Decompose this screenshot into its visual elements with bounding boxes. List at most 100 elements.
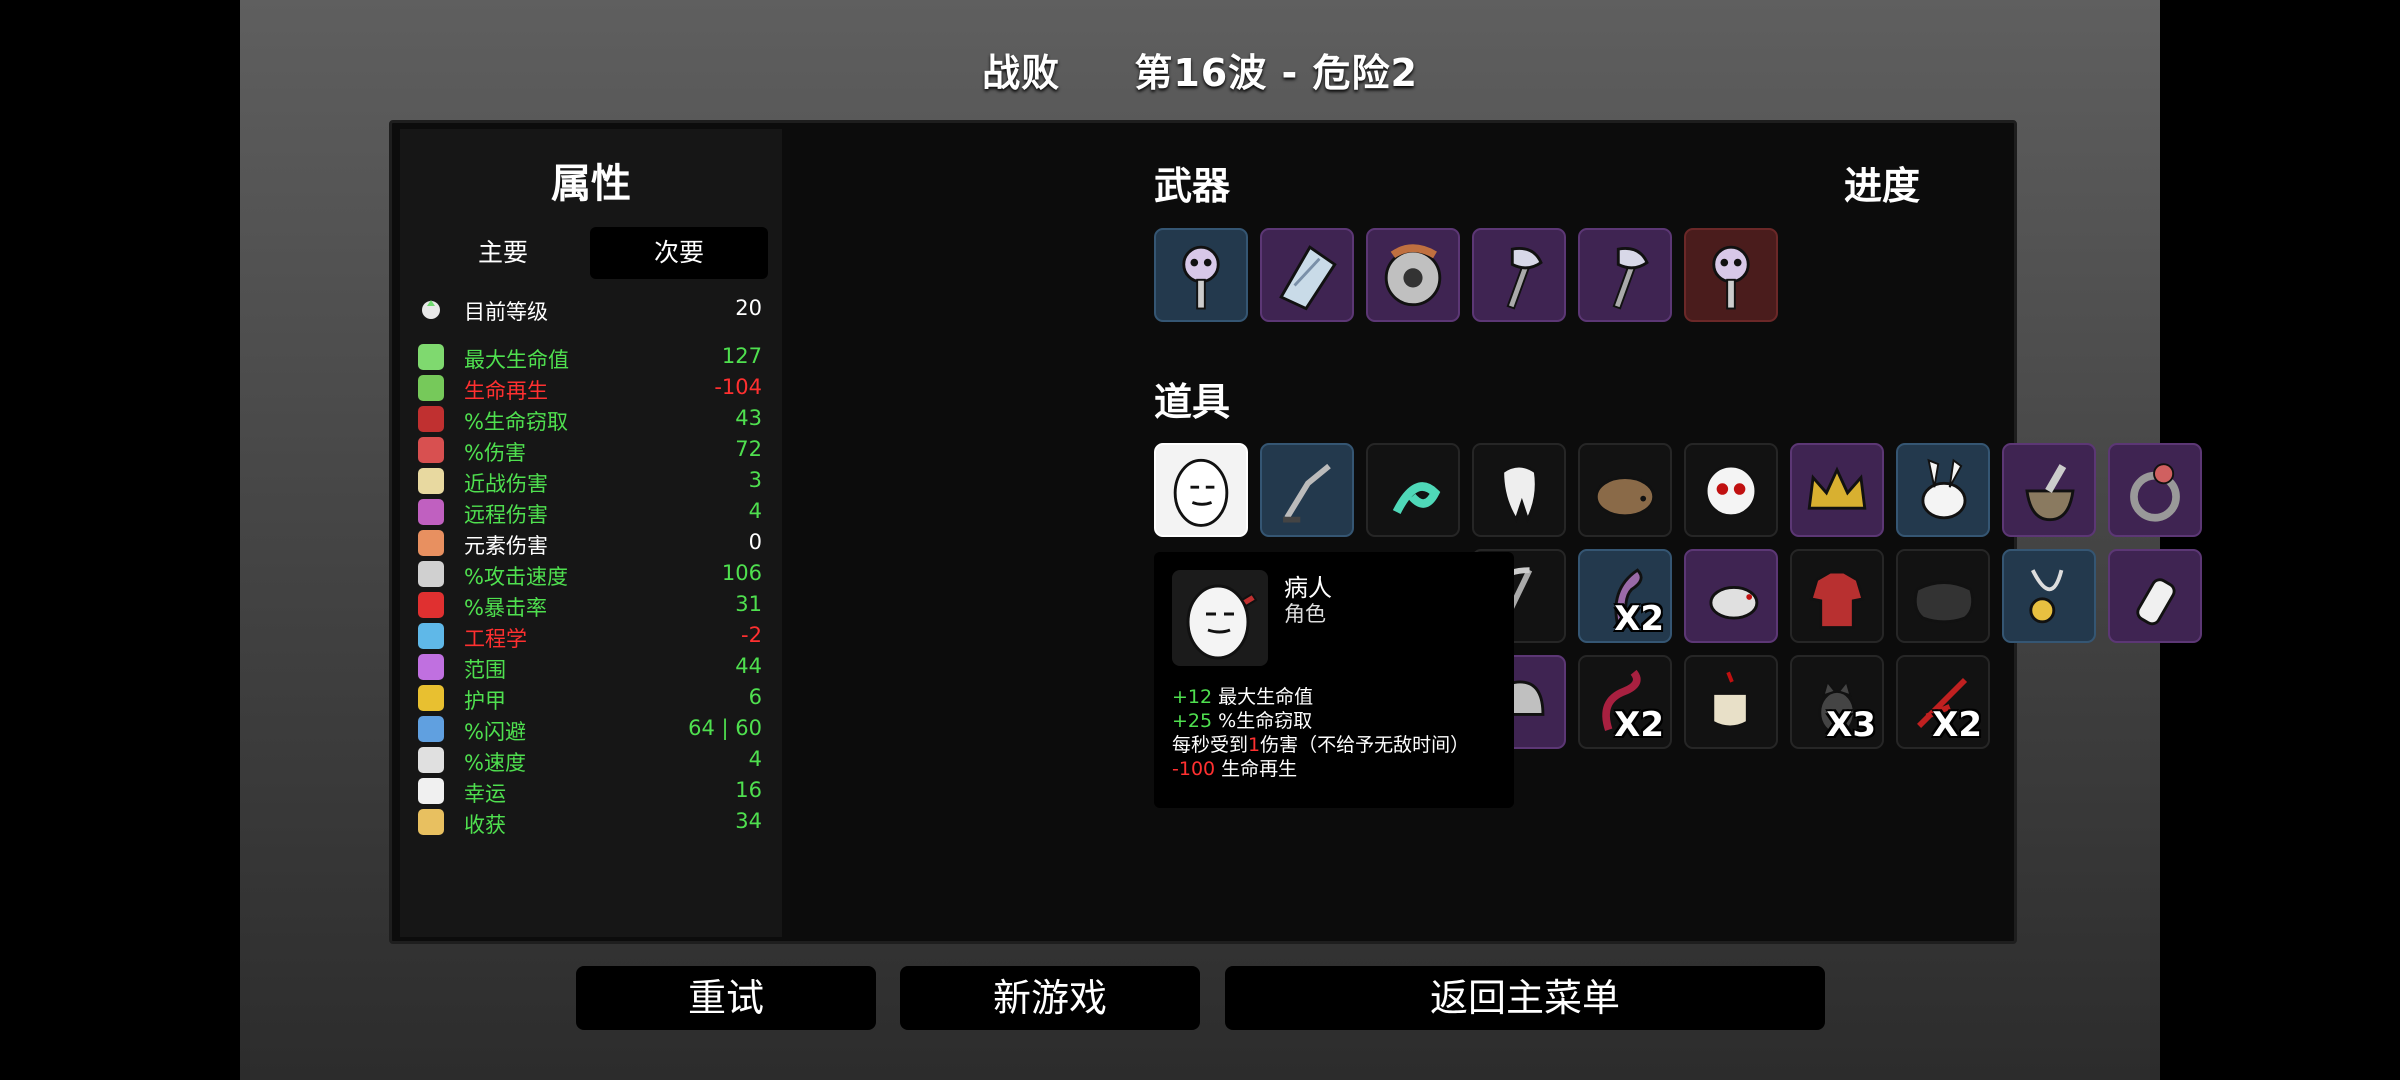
stat-name: 幸运 [464, 782, 506, 806]
sword-icon [418, 468, 444, 494]
item-slot[interactable] [2002, 549, 2096, 643]
stat-name: %速度 [464, 751, 526, 775]
stat-row: 生命再生 -104 [418, 372, 762, 403]
fang-icon [418, 406, 444, 432]
stat-row: 远程伤害 4 [418, 496, 762, 527]
stat-name: %暴击率 [464, 596, 547, 620]
game-over-screen: 战败 第16波 - 危险2 属性 主要 次要 目前等级 20 最大生命值 127 生… [240, 0, 2202, 1080]
stat-value: 4 [748, 499, 762, 523]
stat-value: 44 [735, 654, 762, 678]
items-title: 道具 [1154, 380, 1231, 424]
item-slot[interactable] [1790, 443, 1884, 537]
weapons-title: 武器 [1154, 164, 1231, 208]
progress-title: 进度 [1844, 164, 1921, 208]
stat-value: 34 [735, 809, 762, 833]
stat-value: 64 | 60 [688, 716, 762, 740]
item-slot[interactable] [1684, 549, 1778, 643]
stat-row: 范围 44 [418, 651, 762, 682]
stat-row: 近战伤害 3 [418, 465, 762, 496]
weapon-slot[interactable] [1366, 228, 1460, 322]
item-slot[interactable] [1472, 443, 1566, 537]
tab-secondary[interactable]: 次要 [590, 227, 768, 279]
result-title: 战败 第16波 - 危险2 [240, 42, 2160, 97]
weapon-slot[interactable] [1578, 228, 1672, 322]
item-slot[interactable] [2002, 443, 2096, 537]
dodge-icon [418, 716, 444, 742]
item-slot[interactable] [1684, 655, 1778, 749]
item-slot[interactable] [1896, 549, 1990, 643]
stat-row: %暴击率 31 [418, 589, 762, 620]
stat-value: 16 [735, 778, 762, 802]
wave-label: 第16波 - 危险2 [1134, 51, 1418, 95]
item-tooltip: 病人 角色 +12 最大生命值 +25 %生命窃取 每秒受到1伤害（不给予无敌时… [1154, 552, 1514, 808]
level-icon [418, 296, 444, 322]
weapon-slot[interactable] [1472, 228, 1566, 322]
item-count: X2 [1932, 705, 1982, 745]
tooltip-line-regen: -100 生命再生 [1172, 758, 1298, 780]
flame-icon [418, 530, 444, 556]
stat-value: 3 [748, 468, 762, 492]
weapon-slot[interactable] [1154, 228, 1248, 322]
stat-name: %伤害 [464, 441, 526, 465]
stat-name: %闪避 [464, 720, 526, 744]
summary-panel: 属性 主要 次要 目前等级 20 最大生命值 127 生命再生 -104 %生命窃取 43… [389, 120, 2202, 944]
stat-row: %伤害 72 [418, 434, 762, 465]
stat-name: 范围 [464, 658, 506, 682]
stats-title: 属性 [551, 161, 631, 207]
item-count: X2 [1614, 705, 1664, 745]
item-slot[interactable] [1896, 443, 1990, 537]
stat-name: 生命再生 [464, 379, 548, 403]
stat-name: 工程学 [464, 627, 527, 651]
weapon-slot[interactable] [1260, 228, 1354, 322]
stat-value: -2 [741, 623, 762, 647]
stat-row: 护甲 6 [418, 682, 762, 713]
item-slot[interactable] [2108, 443, 2202, 537]
item-slot[interactable] [1790, 549, 1884, 643]
stat-row: 元素伤害 0 [418, 527, 762, 558]
item-slot[interactable]: X2 [1896, 655, 1990, 749]
stat-name: 近战伤害 [464, 472, 548, 496]
stat-row-level: 目前等级 20 [418, 293, 762, 327]
tooltip-type: 角色 [1284, 602, 1326, 626]
result-label: 战败 [982, 51, 1061, 95]
item-slot[interactable]: X2 [1578, 549, 1672, 643]
item-slot[interactable] [1154, 443, 1248, 537]
level-value: 20 [735, 296, 762, 320]
stat-value: 31 [735, 592, 762, 616]
item-slot[interactable] [1684, 443, 1778, 537]
stat-row: %生命窃取 43 [418, 403, 762, 434]
retry-button[interactable]: 重试 [576, 966, 876, 1030]
item-slot[interactable] [1578, 443, 1672, 537]
item-slot[interactable] [2108, 549, 2202, 643]
main-menu-button[interactable]: 返回主菜单 [1225, 966, 1825, 1030]
shield-icon [418, 685, 444, 711]
stat-row: %闪避 64 | 60 [418, 713, 762, 744]
tab-primary[interactable]: 主要 [414, 227, 592, 279]
muscle-icon [418, 437, 444, 463]
patient-egg-icon [1172, 570, 1268, 666]
stat-value: 6 [748, 685, 762, 709]
tooltip-line-damage: 每秒受到1伤害（不给予无敌时间） [1172, 734, 1470, 756]
item-count: X3 [1826, 705, 1876, 745]
item-slot[interactable]: X2 [1578, 655, 1672, 749]
stat-name: 远程伤害 [464, 503, 548, 527]
dice-icon [418, 778, 444, 804]
stat-list: 最大生命值 127 生命再生 -104 %生命窃取 43 %伤害 72 近战伤害 3 远程伤害 4 元素… [418, 341, 762, 837]
stat-name: 最大生命值 [464, 348, 569, 372]
new-game-button[interactable]: 新游戏 [900, 966, 1200, 1030]
stat-value: 4 [748, 747, 762, 771]
boot-icon [418, 747, 444, 773]
item-slot[interactable]: X3 [1790, 655, 1884, 749]
stat-row: 幸运 16 [418, 775, 762, 806]
wrench-icon [418, 623, 444, 649]
weapon-slot[interactable] [1684, 228, 1778, 322]
item-slot[interactable] [1366, 443, 1460, 537]
stat-name: 护甲 [464, 689, 506, 713]
level-label: 目前等级 [464, 300, 548, 324]
stat-row: %攻击速度 106 [418, 558, 762, 589]
hourglass-icon [418, 561, 444, 587]
stat-name: 元素伤害 [464, 534, 548, 558]
tooltip-line-maxhp: +12 最大生命值 [1172, 686, 1314, 708]
stat-row: %速度 4 [418, 744, 762, 775]
item-slot[interactable] [1260, 443, 1354, 537]
